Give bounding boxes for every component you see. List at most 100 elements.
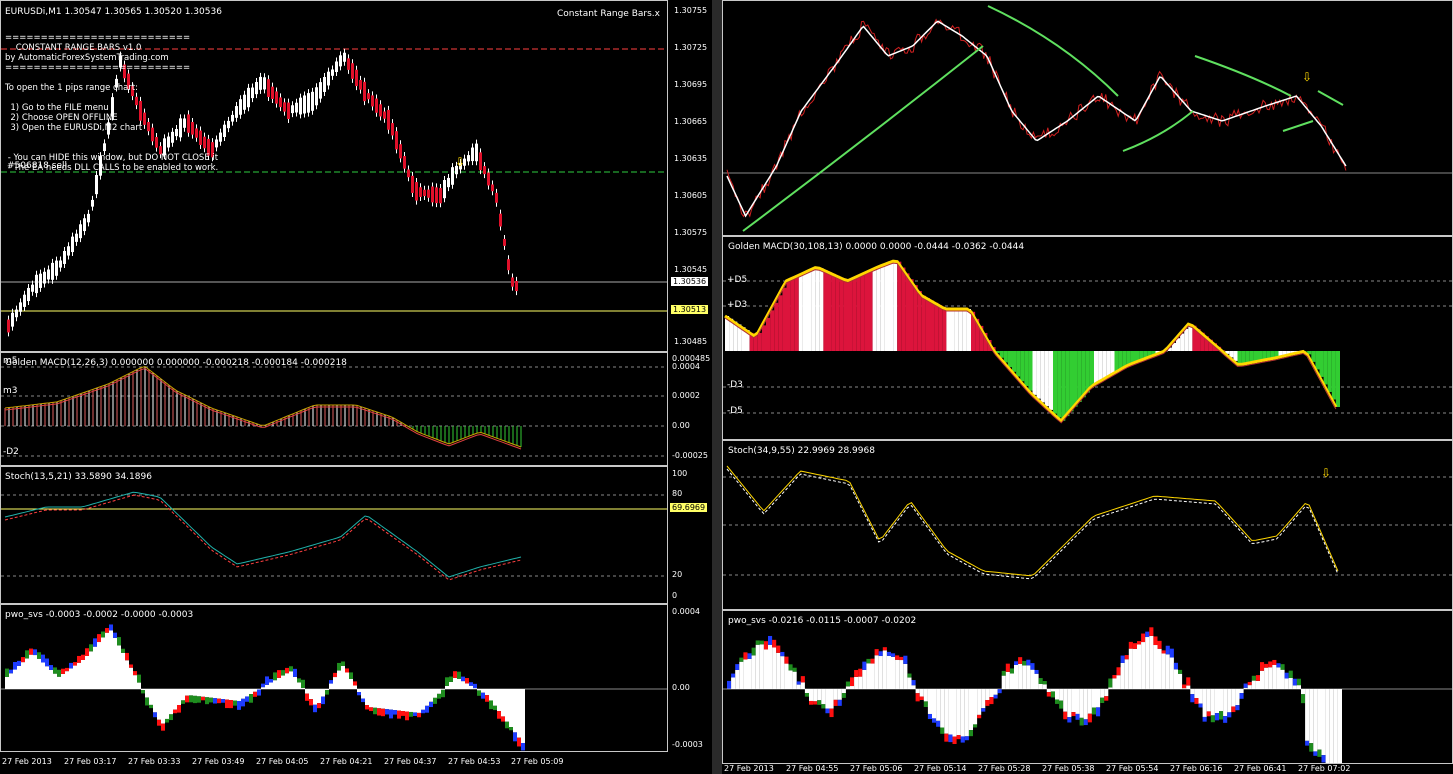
pwo-bar: [9, 673, 13, 689]
histogram-bar: [1233, 351, 1238, 361]
pwo-edge: [1255, 675, 1260, 681]
moving-average-line: [987, 5, 1119, 97]
pwo-edge: [25, 650, 29, 659]
pwo-edge: [381, 708, 385, 717]
histogram-bar: [1003, 351, 1008, 363]
pwo-edge: [903, 655, 908, 664]
pwo-bar: [25, 658, 29, 689]
pwo-bar: [759, 644, 764, 689]
right-level-d3n: -D3: [727, 380, 743, 390]
candle-body: [43, 271, 46, 284]
pwo-bar: [13, 669, 17, 689]
pwo-bar: [1030, 669, 1035, 689]
pwo-edge: [1292, 678, 1297, 686]
left-price-axis: 1.30755 1.30725 1.30695 1.30665 1.30635 …: [671, 6, 709, 346]
pwo-bar: [854, 676, 859, 689]
pwo-bar: [369, 689, 373, 708]
pwo-edge: [341, 661, 345, 666]
pwo-edge: [956, 735, 961, 740]
pwo-bar: [77, 662, 81, 689]
left-chart-window: ⇩ EURUSDi,M1 1.30547 1.30565 1.30520 1.3…: [0, 0, 712, 774]
pwo-bar: [49, 669, 53, 689]
pwo-edge: [1169, 648, 1174, 658]
pwo-edge: [952, 736, 957, 744]
pwo-edge: [53, 667, 57, 674]
histogram-bar: [761, 325, 766, 351]
window-splitter[interactable]: [712, 0, 722, 774]
pwo-edge: [821, 704, 826, 709]
pwo-bar: [1276, 667, 1281, 689]
pwo-edge: [49, 665, 53, 670]
pwo-edge: [149, 704, 153, 709]
pwo-bar: [165, 689, 169, 719]
candle-body: [23, 294, 26, 307]
pwo-bar: [1309, 689, 1314, 744]
candle-body: [227, 120, 230, 129]
pwo-bar: [81, 659, 85, 689]
pwo-bar: [1050, 689, 1055, 692]
histogram-bar: [811, 269, 816, 351]
pwo-bar: [413, 689, 417, 713]
right-level-d5p: +D5: [727, 275, 748, 285]
stoch-main-line: [4, 491, 522, 578]
histogram-bar: [925, 298, 930, 351]
ea-info-line: by AutomaticForexSystemTrading.com: [5, 53, 169, 63]
pwo-bar: [169, 689, 173, 715]
histogram-bar: [889, 262, 894, 351]
histogram-bar: [938, 305, 943, 351]
pwo-edge: [1280, 664, 1285, 670]
pwo-edge: [1214, 713, 1219, 721]
pwo-bar: [874, 655, 879, 689]
pwo-bar: [385, 689, 389, 710]
candle-body: [367, 93, 370, 100]
right-stoch-pane[interactable]: ⇩ Stoch(34,9,55) 22.9969 28.9968: [722, 440, 1453, 610]
left-price-pane[interactable]: ⇩ EURUSDi,M1 1.30547 1.30565 1.30520 1.3…: [0, 0, 668, 352]
pwo-bar: [1251, 680, 1256, 689]
pwo-edge: [907, 673, 912, 678]
candle-body: [303, 95, 306, 114]
histogram-bar: [934, 302, 939, 351]
pwo-edge: [1026, 659, 1031, 666]
pwo-edge: [1223, 716, 1228, 723]
pwo-bar: [833, 689, 838, 700]
left-macd-pane[interactable]: Golden MACD(12,26,3) 0.000000 0.000000 -…: [0, 352, 668, 466]
pwo-bar: [29, 654, 33, 689]
histogram-bar: [917, 291, 922, 351]
histogram-bar: [798, 275, 803, 351]
histogram-bar: [1024, 351, 1029, 386]
pwo-bar: [1104, 689, 1109, 697]
right-price-pane[interactable]: ⇩: [722, 0, 1453, 236]
pwo-bar: [1046, 689, 1051, 693]
right-macd-pane[interactable]: Golden MACD(30,108,13) 0.0000 0.0000 -0.…: [722, 236, 1453, 440]
pwo-bar: [273, 680, 277, 689]
pwo-edge: [858, 668, 863, 677]
left-stoch-pane[interactable]: Stoch(13,5,21) 33.5890 34.1896: [0, 466, 668, 604]
pwo-edge: [944, 733, 949, 742]
left-pwo-pane[interactable]: pwo_svs -0.0003 -0.0002 -0.0000 -0.0003: [0, 604, 668, 752]
candle-body: [79, 224, 82, 239]
pwo-edge: [153, 712, 157, 718]
histogram-bar: [1012, 351, 1017, 372]
pwo-bar: [780, 656, 785, 689]
pwo-bar: [1075, 689, 1080, 714]
pwo-edge: [1198, 703, 1203, 708]
candle-body: [255, 82, 258, 95]
moving-average-line: [742, 45, 984, 232]
pwo-bar: [501, 689, 505, 717]
pwo-edge: [1145, 631, 1150, 638]
pwo-bar: [389, 689, 393, 710]
pwo-edge: [313, 704, 317, 713]
pwo-bar: [305, 689, 309, 694]
right-pwo-pane[interactable]: pwo_svs -0.0216 -0.0115 -0.0007 -0.0202: [722, 610, 1453, 764]
histogram-bar: [1053, 351, 1058, 414]
left-stoch-axis: 100 80 69.6969 20 0: [670, 469, 708, 600]
pwo-bar: [1038, 683, 1043, 689]
yellow-price-marker: 1.30513: [671, 305, 709, 314]
pwo-bar: [1071, 689, 1076, 713]
histogram-bar: [1184, 328, 1189, 351]
pwo-bar: [903, 663, 908, 689]
histogram-bar: [860, 274, 865, 351]
candle-body: [483, 166, 486, 175]
pwo-edge: [1132, 643, 1137, 649]
pwo-edge: [1071, 712, 1076, 717]
